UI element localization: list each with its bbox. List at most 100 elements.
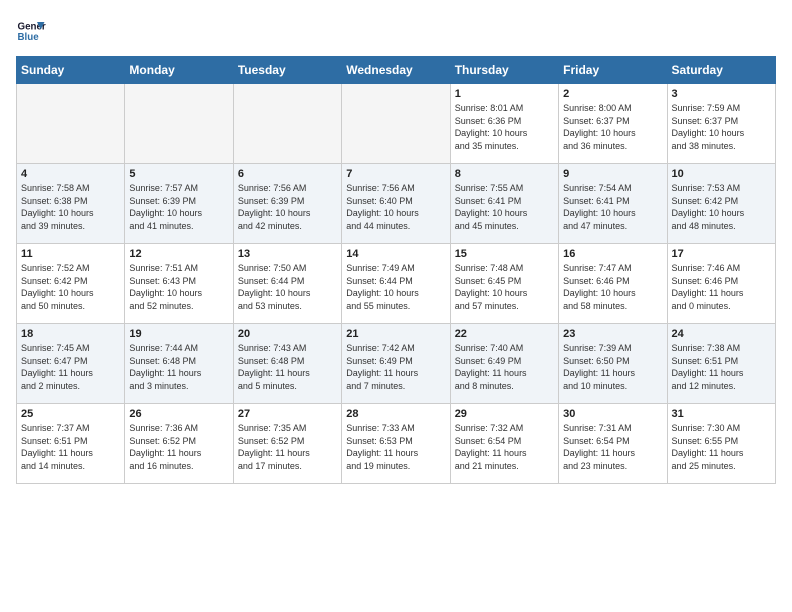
day-number: 7 [346,168,445,180]
day-header-sunday: Sunday [17,57,125,84]
day-info: Sunrise: 7:49 AM Sunset: 6:44 PM Dayligh… [346,262,445,312]
day-header-wednesday: Wednesday [342,57,450,84]
day-number: 21 [346,328,445,340]
calendar-table: SundayMondayTuesdayWednesdayThursdayFrid… [16,56,776,484]
day-number: 19 [129,328,228,340]
day-number: 31 [672,408,771,420]
day-number: 22 [455,328,554,340]
calendar-cell: 2 Sunrise: 8:00 AM Sunset: 6:37 PM Daylig… [559,84,667,164]
day-info: Sunrise: 7:57 AM Sunset: 6:39 PM Dayligh… [129,182,228,232]
calendar-cell [125,84,233,164]
day-number: 14 [346,248,445,260]
week-row-0: 1 Sunrise: 8:01 AM Sunset: 6:36 PM Daylig… [17,84,776,164]
day-number: 5 [129,168,228,180]
calendar-cell: 16 Sunrise: 7:47 AM Sunset: 6:46 PM Dayli… [559,244,667,324]
day-number: 6 [238,168,337,180]
day-info: Sunrise: 8:00 AM Sunset: 6:37 PM Dayligh… [563,102,662,152]
day-info: Sunrise: 7:38 AM Sunset: 6:51 PM Dayligh… [672,342,771,392]
calendar-cell: 30 Sunrise: 7:31 AM Sunset: 6:54 PM Dayli… [559,404,667,484]
day-info: Sunrise: 7:53 AM Sunset: 6:42 PM Dayligh… [672,182,771,232]
calendar-cell: 27 Sunrise: 7:35 AM Sunset: 6:52 PM Dayli… [233,404,341,484]
day-info: Sunrise: 7:54 AM Sunset: 6:41 PM Dayligh… [563,182,662,232]
day-info: Sunrise: 7:39 AM Sunset: 6:50 PM Dayligh… [563,342,662,392]
header: General Blue [16,16,776,46]
calendar-cell: 18 Sunrise: 7:45 AM Sunset: 6:47 PM Dayli… [17,324,125,404]
calendar-cell: 5 Sunrise: 7:57 AM Sunset: 6:39 PM Daylig… [125,164,233,244]
calendar-cell: 31 Sunrise: 7:30 AM Sunset: 6:55 PM Dayli… [667,404,775,484]
day-info: Sunrise: 7:55 AM Sunset: 6:41 PM Dayligh… [455,182,554,232]
day-info: Sunrise: 8:01 AM Sunset: 6:36 PM Dayligh… [455,102,554,152]
day-header-tuesday: Tuesday [233,57,341,84]
day-number: 24 [672,328,771,340]
day-info: Sunrise: 7:31 AM Sunset: 6:54 PM Dayligh… [563,422,662,472]
calendar-cell: 26Sunrise: 7:36 AM Sunset: 6:52 PM Dayli… [125,404,233,484]
calendar-cell: 14 Sunrise: 7:49 AM Sunset: 6:44 PM Dayli… [342,244,450,324]
calendar-cell: 7 Sunrise: 7:56 AM Sunset: 6:40 PM Daylig… [342,164,450,244]
calendar-cell: 13Sunrise: 7:50 AM Sunset: 6:44 PM Dayli… [233,244,341,324]
calendar-cell: 24 Sunrise: 7:38 AM Sunset: 6:51 PM Dayli… [667,324,775,404]
day-info: Sunrise: 7:43 AM Sunset: 6:48 PM Dayligh… [238,342,337,392]
day-info: Sunrise: 7:46 AM Sunset: 6:46 PM Dayligh… [672,262,771,312]
day-info: Sunrise: 7:56 AM Sunset: 6:39 PM Dayligh… [238,182,337,232]
day-info: Sunrise: 7:48 AM Sunset: 6:45 PM Dayligh… [455,262,554,312]
calendar-cell: 3 Sunrise: 7:59 AM Sunset: 6:37 PM Daylig… [667,84,775,164]
calendar-cell: 22 Sunrise: 7:40 AM Sunset: 6:49 PM Dayli… [450,324,558,404]
day-info: Sunrise: 7:56 AM Sunset: 6:40 PM Dayligh… [346,182,445,232]
day-number: 29 [455,408,554,420]
svg-text:Blue: Blue [18,32,40,43]
day-number: 2 [563,88,662,100]
calendar-cell: 6 Sunrise: 7:56 AM Sunset: 6:39 PM Daylig… [233,164,341,244]
day-info: Sunrise: 7:35 AM Sunset: 6:52 PM Dayligh… [238,422,337,472]
calendar-cell: 21 Sunrise: 7:42 AM Sunset: 6:49 PM Dayli… [342,324,450,404]
day-number: 30 [563,408,662,420]
day-info: Sunrise: 7:52 AM Sunset: 6:42 PM Dayligh… [21,262,120,312]
day-number: 1 [455,88,554,100]
day-info: Sunrise: 7:47 AM Sunset: 6:46 PM Dayligh… [563,262,662,312]
calendar-cell: 9 Sunrise: 7:54 AM Sunset: 6:41 PM Daylig… [559,164,667,244]
day-number: 11 [21,248,120,260]
calendar-cell: 29 Sunrise: 7:32 AM Sunset: 6:54 PM Dayli… [450,404,558,484]
day-info: Sunrise: 7:42 AM Sunset: 6:49 PM Dayligh… [346,342,445,392]
calendar-cell: 11 Sunrise: 7:52 AM Sunset: 6:42 PM Dayli… [17,244,125,324]
day-number: 23 [563,328,662,340]
day-info: Sunrise: 7:45 AM Sunset: 6:47 PM Dayligh… [21,342,120,392]
day-number: 27 [238,408,337,420]
week-row-3: 18 Sunrise: 7:45 AM Sunset: 6:47 PM Dayli… [17,324,776,404]
day-header-thursday: Thursday [450,57,558,84]
calendar-cell: 19 Sunrise: 7:44 AM Sunset: 6:48 PM Dayli… [125,324,233,404]
day-number: 18 [21,328,120,340]
calendar-cell: 12Sunrise: 7:51 AM Sunset: 6:43 PM Dayli… [125,244,233,324]
day-number: 4 [21,168,120,180]
header-row: SundayMondayTuesdayWednesdayThursdayFrid… [17,57,776,84]
week-row-4: 25Sunrise: 7:37 AM Sunset: 6:51 PM Dayli… [17,404,776,484]
day-number: 3 [672,88,771,100]
logo: General Blue [16,16,46,46]
day-info: Sunrise: 7:32 AM Sunset: 6:54 PM Dayligh… [455,422,554,472]
day-info: Sunrise: 7:40 AM Sunset: 6:49 PM Dayligh… [455,342,554,392]
day-number: 16 [563,248,662,260]
calendar-cell: 23 Sunrise: 7:39 AM Sunset: 6:50 PM Dayli… [559,324,667,404]
day-info: Sunrise: 7:50 AM Sunset: 6:44 PM Dayligh… [238,262,337,312]
logo-icon: General Blue [16,16,46,46]
day-info: Sunrise: 7:33 AM Sunset: 6:53 PM Dayligh… [346,422,445,472]
day-number: 9 [563,168,662,180]
day-header-saturday: Saturday [667,57,775,84]
calendar-cell: 10 Sunrise: 7:53 AM Sunset: 6:42 PM Dayli… [667,164,775,244]
calendar-cell: 20 Sunrise: 7:43 AM Sunset: 6:48 PM Dayli… [233,324,341,404]
day-number: 25 [21,408,120,420]
day-number: 26 [129,408,228,420]
day-info: Sunrise: 7:59 AM Sunset: 6:37 PM Dayligh… [672,102,771,152]
day-number: 17 [672,248,771,260]
day-info: Sunrise: 7:44 AM Sunset: 6:48 PM Dayligh… [129,342,228,392]
day-info: Sunrise: 7:30 AM Sunset: 6:55 PM Dayligh… [672,422,771,472]
calendar-cell [17,84,125,164]
day-info: Sunrise: 7:58 AM Sunset: 6:38 PM Dayligh… [21,182,120,232]
day-number: 8 [455,168,554,180]
calendar-cell [233,84,341,164]
day-number: 10 [672,168,771,180]
calendar-cell: 1 Sunrise: 8:01 AM Sunset: 6:36 PM Daylig… [450,84,558,164]
day-number: 20 [238,328,337,340]
calendar-cell [342,84,450,164]
day-header-friday: Friday [559,57,667,84]
calendar-cell: 4 Sunrise: 7:58 AM Sunset: 6:38 PM Daylig… [17,164,125,244]
